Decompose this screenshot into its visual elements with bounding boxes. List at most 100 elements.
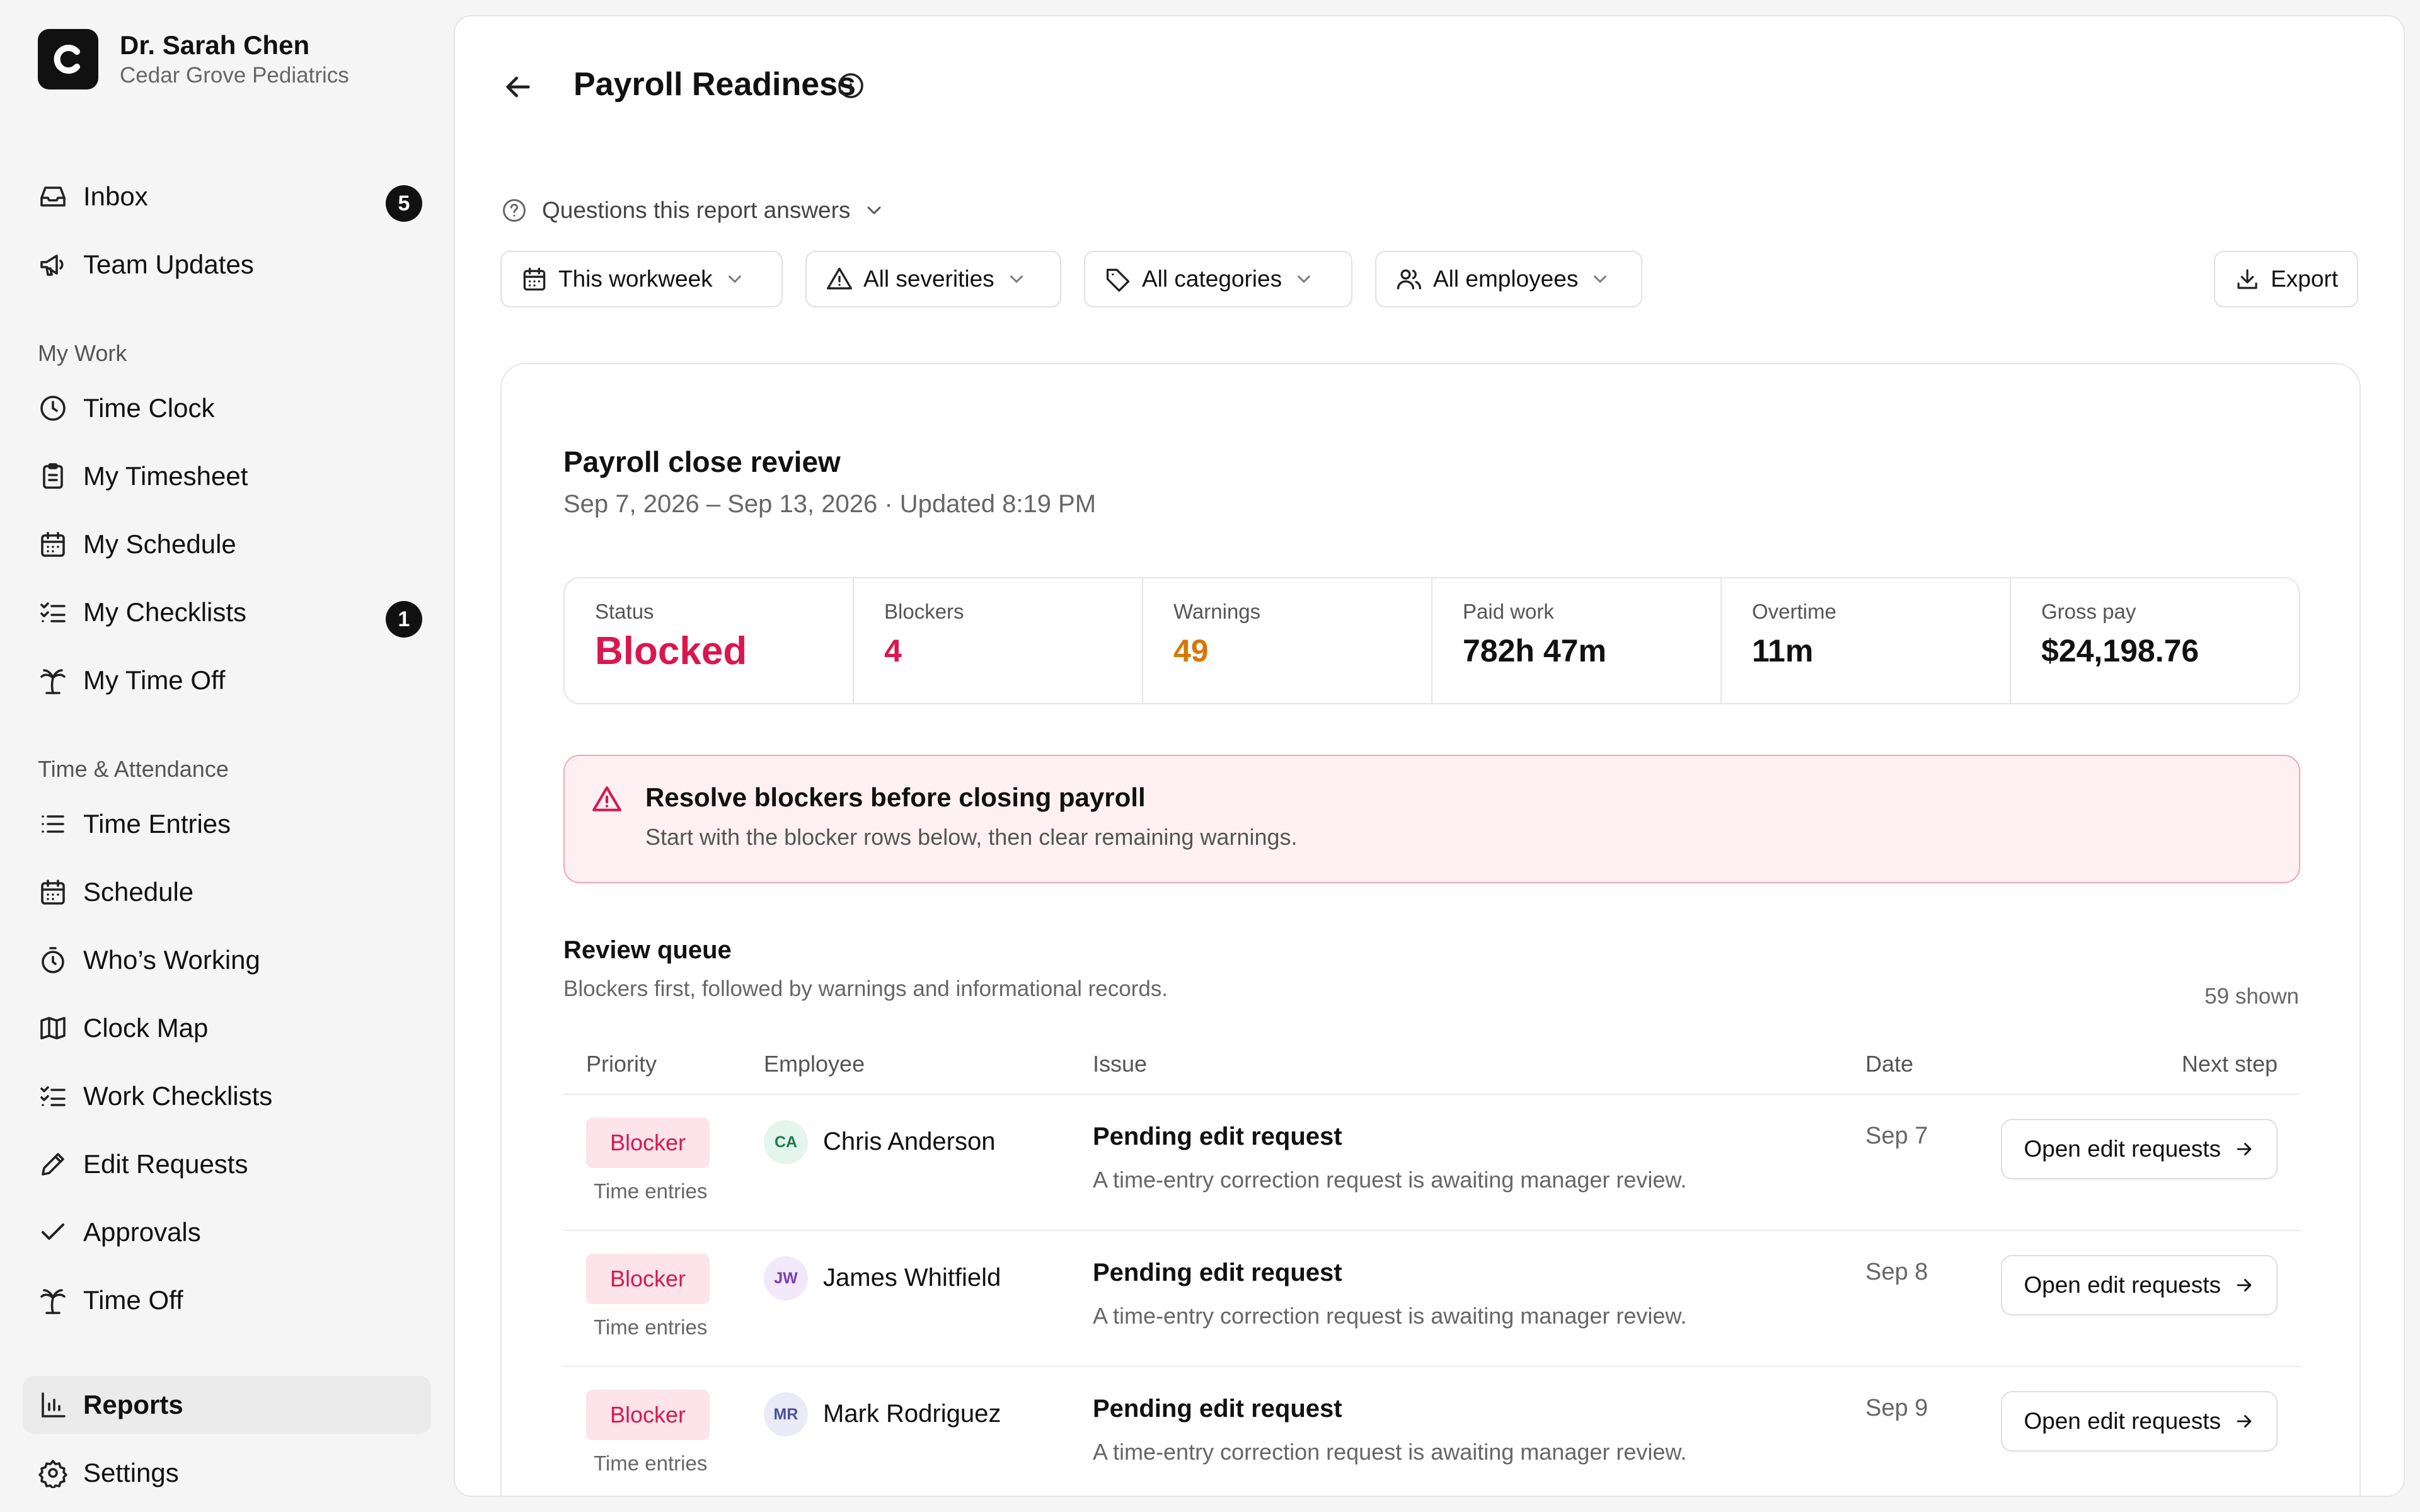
stat-value: Blocked	[595, 629, 747, 673]
sidebar-item-label: Reports	[83, 1390, 183, 1419]
issue-title: Pending edit request	[1093, 1395, 1342, 1423]
sidebar-item-label: Edit Requests	[83, 1149, 248, 1179]
sidebar-item-clock-map[interactable]: Clock Map	[23, 999, 431, 1057]
stat-blockers: Blockers 4	[853, 578, 1142, 703]
sidebar-item-reports[interactable]: Reports	[23, 1376, 431, 1434]
calendar-icon	[41, 532, 65, 557]
avatar: CA	[764, 1120, 808, 1164]
open-edit-requests-button[interactable]: Open edit requests	[2001, 1255, 2278, 1315]
sidebar-item-label: Schedule	[83, 877, 194, 907]
card-title: Payroll close review	[563, 445, 841, 478]
sidebar-item-time-entries[interactable]: Time Entries	[23, 795, 431, 853]
back-arrow-icon[interactable]	[500, 69, 536, 105]
column-header-employee[interactable]: Employee	[764, 1051, 865, 1077]
open-edit-requests-button[interactable]: Open edit requests	[2001, 1391, 2278, 1452]
column-header-next-step[interactable]: Next step	[2182, 1051, 2278, 1077]
sidebar-item-my-timesheet[interactable]: My Timesheet	[23, 447, 431, 505]
employee-name[interactable]: Mark Rodriguez	[823, 1400, 1001, 1428]
sidebar-item-time-off[interactable]: Time Off	[23, 1271, 431, 1329]
severity-filter[interactable]: All severities	[805, 251, 1061, 307]
employees-filter-value: All employees	[1433, 266, 1579, 292]
priority-badge: Blocker	[586, 1390, 710, 1440]
avatar: MR	[764, 1392, 808, 1436]
export-button[interactable]: Export	[2214, 251, 2358, 307]
open-edit-requests-button[interactable]: Open edit requests	[2001, 1119, 2278, 1179]
stat-value: $24,198.76	[2041, 633, 2199, 668]
employee-name[interactable]: Chris Anderson	[823, 1128, 995, 1156]
arrow-right-icon	[2237, 1279, 2252, 1292]
tag-icon	[1106, 268, 1130, 292]
stopwatch-icon	[42, 947, 64, 973]
category-filter[interactable]: All categories	[1084, 251, 1352, 307]
sidebar-item-my-checklists[interactable]: My Checklists 1	[23, 583, 431, 641]
org-switcher[interactable]: Dr. Sarah Chen Cedar Grove Pediatrics	[38, 29, 349, 89]
category-label: Time entries	[594, 1315, 708, 1339]
employee-name[interactable]: James Whitfield	[823, 1264, 1001, 1292]
period-filter-value: This workweek	[558, 266, 713, 292]
sidebar-item-approvals[interactable]: Approvals	[23, 1203, 431, 1261]
row-date: Sep 7	[1865, 1123, 1928, 1149]
period-filter[interactable]: This workweek	[500, 251, 783, 307]
sidebar-item-label: Time Clock	[83, 393, 215, 423]
stat-paid-work: Paid work 782h 47m	[1431, 578, 1720, 703]
warning-triangle-icon	[827, 267, 852, 290]
chevron-down-icon	[1298, 275, 1311, 283]
megaphone-icon	[40, 255, 64, 276]
export-label: Export	[2271, 266, 2338, 292]
questions-toggle[interactable]: Questions this report answers	[500, 197, 885, 224]
review-queue-subtitle: Blockers first, followed by warnings and…	[563, 976, 1168, 1001]
column-header-issue[interactable]: Issue	[1093, 1051, 1147, 1077]
row-date: Sep 9	[1865, 1395, 1928, 1421]
employees-filter[interactable]: All employees	[1375, 251, 1642, 307]
users-icon	[1397, 269, 1422, 290]
palm-tree-icon	[40, 669, 66, 694]
sidebar: Dr. Sarah Chen Cedar Grove Pediatrics In…	[0, 0, 454, 1512]
table-row[interactable]: Blocker Time entries JW James Whitfield …	[563, 1231, 2300, 1367]
clipboard-icon	[43, 463, 63, 489]
sidebar-item-label: Approvals	[83, 1217, 201, 1247]
sidebar-item-inbox[interactable]: Inbox 5	[23, 168, 431, 226]
card-subtitle: Sep 7, 2026 – Sep 13, 2026 · Updated 8:1…	[563, 490, 1097, 518]
sidebar-item-time-clock[interactable]: Time Clock	[23, 379, 431, 437]
column-header-date[interactable]: Date	[1865, 1051, 1913, 1077]
stat-label: Blockers	[884, 600, 964, 623]
sidebar-item-whos-working[interactable]: Who’s Working	[23, 931, 431, 989]
calendar-icon	[523, 267, 546, 291]
bar-chart-icon	[42, 1392, 66, 1418]
button-label: Open edit requests	[2024, 1408, 2221, 1434]
payroll-review-card: Payroll close review Sep 7, 2026 – Sep 1…	[500, 363, 2361, 1496]
stat-status: Status Blocked	[565, 578, 853, 703]
issue-description: A time-entry correction request is await…	[1093, 1167, 1687, 1193]
info-icon[interactable]	[836, 71, 866, 101]
checklists-count-badge: 1	[386, 601, 422, 638]
sidebar-item-label: My Checklists	[83, 597, 247, 627]
table-row[interactable]: Blocker Time entries MR Mark Rodriguez P…	[563, 1367, 2300, 1496]
sidebar-item-my-time-off[interactable]: My Time Off	[23, 651, 431, 709]
category-label: Time entries	[594, 1179, 708, 1203]
alert-title: Resolve blockers before closing payroll	[645, 782, 1146, 812]
table-row[interactable]: Blocker Time entries CA Chris Anderson P…	[563, 1095, 2300, 1231]
help-circle-icon	[503, 199, 526, 222]
arrow-right-icon	[2237, 1143, 2252, 1155]
stat-warnings: Warnings 49	[1142, 578, 1431, 703]
inbox-icon	[40, 186, 66, 207]
warning-triangle-icon	[592, 786, 621, 811]
review-queue-title: Review queue	[563, 936, 732, 964]
arrow-right-icon	[2237, 1415, 2252, 1428]
stat-value: 4	[884, 633, 902, 668]
severity-filter-value: All severities	[863, 266, 994, 292]
sidebar-item-schedule[interactable]: Schedule	[23, 863, 431, 921]
app-logo-icon	[38, 29, 98, 89]
chevron-down-icon	[728, 275, 741, 283]
sidebar-item-label: Inbox	[83, 181, 148, 211]
sidebar-item-team-updates[interactable]: Team Updates	[23, 236, 431, 294]
stat-overtime: Overtime 11m	[1720, 578, 2010, 703]
checklist-icon	[40, 1086, 66, 1106]
sidebar-item-my-schedule[interactable]: My Schedule	[23, 515, 431, 573]
column-header-priority[interactable]: Priority	[586, 1051, 657, 1077]
sidebar-item-settings[interactable]: Settings	[23, 1444, 431, 1502]
sidebar-item-edit-requests[interactable]: Edit Requests	[23, 1135, 431, 1193]
sidebar-item-work-checklists[interactable]: Work Checklists	[23, 1067, 431, 1125]
stat-gross-pay: Gross pay $24,198.76	[2010, 578, 2299, 703]
list-icon	[42, 815, 64, 833]
